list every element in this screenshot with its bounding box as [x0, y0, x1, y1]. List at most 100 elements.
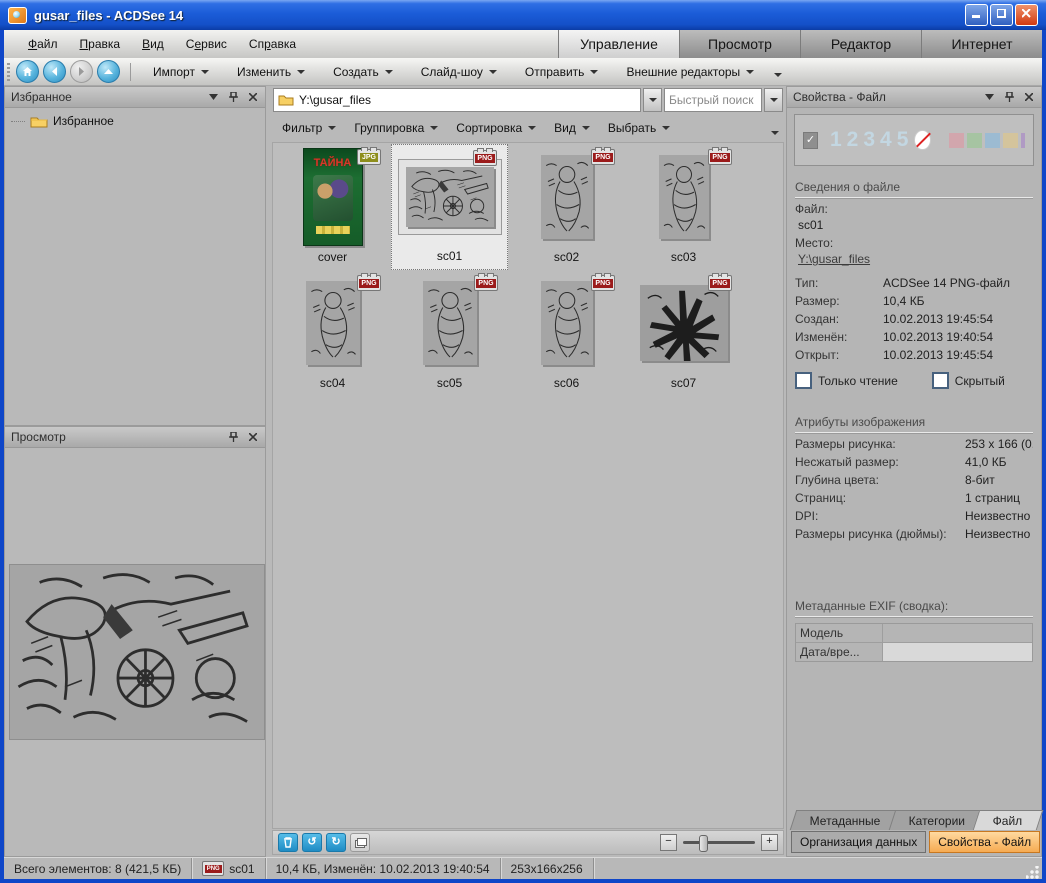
import-menu[interactable]: Импорт	[139, 60, 223, 84]
rating-3-button[interactable]: 3	[863, 128, 876, 152]
path-input[interactable]: Y:\gusar_files	[273, 88, 641, 112]
clear-rating-icon[interactable]	[914, 130, 931, 150]
file-name: sc05	[437, 376, 462, 396]
maximize-button[interactable]	[990, 4, 1013, 26]
rotate-left-button[interactable]: ↺	[302, 833, 322, 852]
color-label-tan[interactable]	[1003, 133, 1018, 148]
file-tile-sc04[interactable]: PNG sc04	[274, 270, 391, 396]
back-button[interactable]	[43, 60, 66, 83]
up-button[interactable]	[97, 60, 120, 83]
pin-icon[interactable]	[227, 91, 239, 103]
rating-4-button[interactable]: 4	[880, 128, 893, 152]
sort-menu[interactable]: Сортировка	[447, 117, 545, 139]
create-menu[interactable]: Создать	[319, 60, 407, 84]
panel-menu-icon[interactable]	[207, 91, 219, 103]
hidden-checkbox[interactable]: Скрытый	[932, 372, 1005, 389]
field-label: Файл:	[795, 202, 883, 216]
color-label-purple[interactable]	[1021, 133, 1025, 148]
tag-checkbox[interactable]: ✓	[803, 132, 818, 149]
toolbar-overflow-icon[interactable]	[774, 73, 782, 77]
close-icon[interactable]	[247, 91, 259, 103]
pin-icon[interactable]	[1003, 91, 1015, 103]
file-name: sc07	[671, 376, 696, 396]
file-tile-sc05[interactable]: PNG sc05	[391, 270, 508, 396]
color-label-green[interactable]	[967, 133, 982, 148]
file-tile-sc01[interactable]: PNG sc01	[391, 144, 508, 270]
favorites-root-item[interactable]: Избранное	[5, 108, 265, 128]
organize-data-button[interactable]: Организация данных	[791, 831, 926, 853]
close-icon[interactable]	[247, 431, 259, 443]
readonly-checkbox[interactable]: Только чтение	[795, 372, 898, 389]
menu-help[interactable]: Справка	[239, 33, 306, 55]
field-value: 10.02.2013 19:45:54	[883, 348, 993, 362]
delete-button[interactable]	[278, 833, 298, 852]
tab-editor[interactable]: Редактор	[800, 30, 921, 58]
file-tile-cover[interactable]: JPG ТАЙНА cover	[274, 144, 391, 270]
file-name: sc01	[437, 249, 462, 269]
home-button[interactable]	[16, 60, 39, 83]
resize-grip[interactable]	[1026, 866, 1039, 879]
external-editors-menu[interactable]: Внешние редакторы	[612, 60, 768, 84]
toolbar-grip[interactable]	[7, 63, 10, 81]
tab-file[interactable]: Файл	[973, 810, 1043, 830]
minimize-button[interactable]	[965, 4, 988, 26]
file-tile-sc02[interactable]: PNG sc02	[508, 144, 625, 270]
tab-manage[interactable]: Управление	[558, 30, 679, 58]
thumbnail-image	[659, 155, 709, 239]
filterbar-overflow-icon[interactable]	[771, 131, 779, 135]
zoom-slider[interactable]	[683, 841, 755, 844]
zoom-slider-thumb[interactable]	[699, 835, 708, 852]
format-badge: PNG	[473, 150, 497, 166]
menu-edit[interactable]: Правка	[70, 33, 131, 55]
file-name: sc02	[554, 250, 579, 270]
folder-link[interactable]: Y:\gusar_files	[795, 252, 1033, 266]
file-name: sc04	[320, 376, 345, 396]
pin-icon[interactable]	[227, 431, 239, 443]
color-label-red[interactable]	[949, 133, 964, 148]
panel-menu-icon[interactable]	[983, 91, 995, 103]
select-menu[interactable]: Выбрать	[599, 117, 679, 139]
color-labels	[949, 133, 1025, 148]
path-dropdown-button[interactable]	[643, 88, 662, 112]
menu-file[interactable]: Файл	[18, 33, 68, 55]
file-tile-sc07[interactable]: PNG sc07	[625, 270, 742, 396]
tab-metadata[interactable]: Метаданные	[790, 810, 901, 830]
forward-button[interactable]	[70, 60, 93, 83]
status-total: Всего элементов: 8 (421,5 КБ)	[4, 858, 192, 879]
edit-menu[interactable]: Изменить	[223, 60, 319, 84]
format-badge: PNG	[474, 275, 498, 291]
zoom-in-button[interactable]: +	[761, 834, 778, 851]
compare-button[interactable]	[350, 833, 370, 852]
menu-view[interactable]: Вид	[132, 33, 174, 55]
rotate-right-button[interactable]: ↻	[326, 833, 346, 852]
file-tile-sc03[interactable]: PNG sc03	[625, 144, 742, 270]
app-icon	[8, 7, 27, 24]
color-label-blue[interactable]	[985, 133, 1000, 148]
chevron-down-icon	[590, 70, 598, 74]
view-menu[interactable]: Вид	[545, 117, 599, 139]
tab-categories[interactable]: Категории	[888, 810, 985, 830]
rating-5-button[interactable]: 5	[897, 128, 910, 152]
thumbnail-image	[640, 285, 728, 361]
search-input[interactable]: Быстрый поиск	[664, 88, 762, 112]
preview-image[interactable]	[9, 564, 265, 740]
properties-file-button[interactable]: Свойства - Файл	[929, 831, 1040, 853]
zoom-out-button[interactable]: −	[660, 834, 677, 851]
close-icon[interactable]	[1023, 91, 1035, 103]
favorites-panel-title: Избранное	[11, 90, 72, 104]
tab-online[interactable]: Интернет	[921, 30, 1042, 58]
slideshow-menu[interactable]: Слайд-шоу	[407, 60, 511, 84]
group-menu[interactable]: Группировка	[345, 117, 447, 139]
filter-menu[interactable]: Фильтр	[273, 117, 345, 139]
field-value: 1 страниц	[965, 491, 1020, 505]
rating-2-button[interactable]: 2	[847, 128, 860, 152]
close-button[interactable]	[1015, 4, 1038, 26]
tab-viewer[interactable]: Просмотр	[679, 30, 800, 58]
format-badge: PNG	[591, 275, 615, 291]
rating-1-button[interactable]: 1	[830, 128, 843, 152]
search-dropdown-button[interactable]	[764, 88, 783, 112]
search-placeholder: Быстрый поиск	[669, 93, 753, 107]
send-menu[interactable]: Отправить	[511, 60, 613, 84]
menu-tools[interactable]: Сервис	[176, 33, 237, 55]
file-tile-sc06[interactable]: PNG sc06	[508, 270, 625, 396]
